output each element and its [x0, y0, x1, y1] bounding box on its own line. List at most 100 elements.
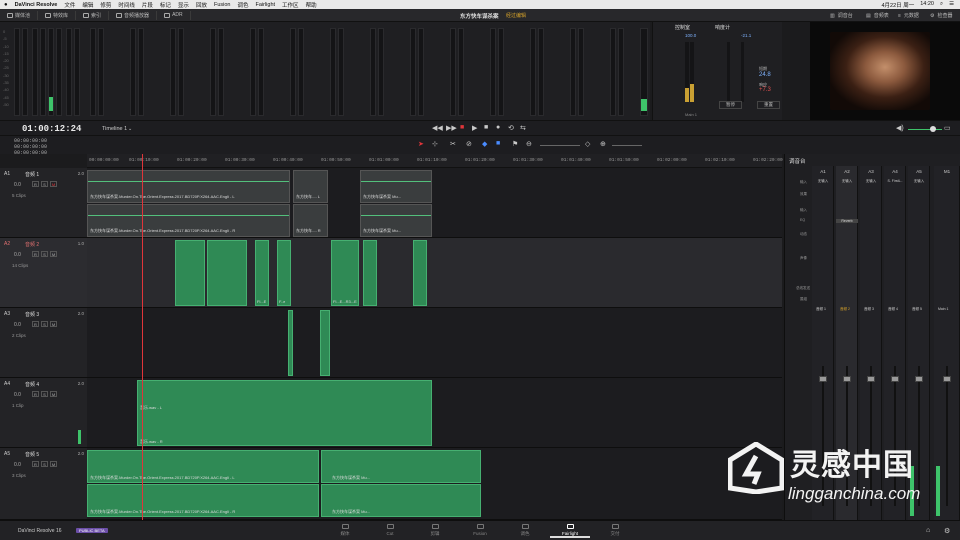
- marker-icon[interactable]: ■: [496, 140, 500, 147]
- monitor-icon[interactable]: ▭: [944, 124, 951, 132]
- audio-clip[interactable]: 东方快车谋杀案 Mu...: [360, 170, 432, 203]
- apple-icon[interactable]: ●: [4, 2, 8, 8]
- track-volume[interactable]: 0.0: [14, 392, 21, 398]
- menu-timeline[interactable]: 时间线: [118, 1, 135, 9]
- metadata-toggle[interactable]: ≡ 元数据: [898, 9, 919, 22]
- snap-tool-icon[interactable]: ◆: [482, 140, 487, 148]
- track-volume[interactable]: 0.0: [14, 322, 21, 328]
- fader[interactable]: [915, 376, 923, 382]
- solo-button[interactable]: S: [41, 391, 48, 397]
- media-pool-button[interactable]: 媒体池: [0, 10, 39, 20]
- timeline-ruler[interactable]: 00:00:00:00 01:00:10:00 01:00:20:00 01:0…: [87, 154, 783, 168]
- track-name[interactable]: 音频 3: [25, 311, 39, 318]
- track-header-a3[interactable]: A3 音频 3 2.0 0.0 RSM 2 Clips: [0, 308, 87, 378]
- audio-clip[interactable]: 东方快车谋杀案 Mu...: [321, 450, 481, 483]
- page-color[interactable]: 调色: [505, 524, 545, 537]
- zoom-slider[interactable]: [540, 145, 580, 146]
- chevron-down-icon[interactable]: ⌄: [128, 126, 132, 132]
- track-header-a2[interactable]: A2 音频 2 1.0 0.0 RSM 14 Clips: [0, 238, 87, 308]
- play-icon[interactable]: ▶: [472, 124, 477, 132]
- menu-trim[interactable]: 修剪: [100, 1, 111, 9]
- menu-mark[interactable]: 标记: [160, 1, 171, 9]
- track-lane-a5[interactable]: 东方快车谋杀案.Murder.On.The.Orient.Express.201…: [87, 448, 782, 520]
- stop-icon[interactable]: ■: [460, 124, 464, 131]
- razor-tool-icon[interactable]: ✂: [450, 140, 456, 148]
- audio-player-button[interactable]: 音频播放器: [109, 10, 158, 20]
- page-deliver[interactable]: 交付: [595, 524, 635, 537]
- page-fairlight[interactable]: Fairlight: [550, 524, 590, 538]
- page-cut[interactable]: Cut: [370, 524, 410, 536]
- audio-clip[interactable]: 东方快车谋杀案 Mu...: [321, 484, 481, 517]
- record-arm-button[interactable]: R: [32, 181, 39, 187]
- menu-file[interactable]: 文件: [64, 1, 75, 9]
- rewind-icon[interactable]: ◀◀: [432, 124, 443, 132]
- zoom-out-icon[interactable]: ⊖: [526, 140, 532, 148]
- mute-button[interactable]: M: [50, 251, 57, 257]
- track-height-slider[interactable]: [612, 145, 642, 146]
- menu-playback[interactable]: 回放: [196, 1, 207, 9]
- audio-clip[interactable]: 东方快车谋杀案 Mu...: [360, 204, 432, 237]
- effect-slot[interactable]: Reverb: [836, 219, 858, 223]
- audio-clip[interactable]: 东方快车...- L: [293, 170, 328, 203]
- jump-icon[interactable]: ⇆: [520, 124, 526, 132]
- audio-clip[interactable]: F..e: [277, 240, 291, 306]
- timecode-display[interactable]: 01:00:12:24: [22, 124, 81, 134]
- speaker-icon[interactable]: ◀): [896, 124, 904, 132]
- audio-clip[interactable]: Fl...E: [255, 240, 269, 306]
- fader[interactable]: [943, 376, 951, 382]
- solo-button[interactable]: S: [41, 181, 48, 187]
- mute-button[interactable]: M: [50, 461, 57, 467]
- mixer-input[interactable]: 无输入: [836, 179, 858, 184]
- track-volume[interactable]: 0.0: [14, 462, 21, 468]
- track-lane-a1[interactable]: 东方快车谋杀案.Murder.On.The.Orient.Express.201…: [87, 168, 782, 238]
- solo-button[interactable]: S: [41, 461, 48, 467]
- solo-button[interactable]: S: [41, 251, 48, 257]
- inspector-toggle[interactable]: ⚙ 检查器: [930, 9, 953, 22]
- track-volume[interactable]: 0.0: [14, 252, 21, 258]
- track-lane-a3[interactable]: [87, 308, 782, 378]
- effects-library-button[interactable]: 特效库: [38, 10, 77, 20]
- fader[interactable]: [819, 376, 827, 382]
- home-icon[interactable]: ⌂: [926, 527, 930, 534]
- track-name[interactable]: 音频 2: [25, 241, 39, 248]
- track-name[interactable]: 音频 1: [25, 171, 39, 178]
- timeline-selector[interactable]: Timeline 1: [102, 126, 127, 132]
- link-tool-icon[interactable]: ⊘: [466, 140, 472, 148]
- search-icon[interactable]: ⌕: [940, 1, 943, 9]
- record-arm-button[interactable]: R: [32, 461, 39, 467]
- menu-workspace[interactable]: 工作区: [282, 1, 299, 9]
- audio-clip[interactable]: [413, 240, 427, 306]
- track-name[interactable]: 音频 4: [25, 381, 39, 388]
- fit-icon[interactable]: ◇: [585, 140, 590, 148]
- reset-button[interactable]: 重置: [757, 101, 780, 109]
- volume-slider[interactable]: [908, 129, 942, 130]
- mute-button[interactable]: M: [50, 391, 57, 397]
- volume-knob[interactable]: [930, 126, 936, 132]
- track-lane-a2[interactable]: Fl...E F..e Fl...E...R3...E: [87, 238, 782, 308]
- menu-help[interactable]: 帮助: [306, 1, 317, 9]
- track-header-a4[interactable]: A4 音频 4 2.0 0.0 RSM 1 Clip: [0, 378, 87, 448]
- menu-icon[interactable]: ☰: [949, 1, 954, 9]
- audio-clip[interactable]: Fl...E...R3...E: [331, 240, 359, 306]
- audio-clip[interactable]: [320, 310, 330, 376]
- track-lane-a4[interactable]: 音乐.wav - L 音乐.wav - R: [87, 378, 782, 448]
- pause-button[interactable]: 暂停: [719, 101, 742, 109]
- app-menu[interactable]: DaVinci Resolve: [15, 2, 58, 8]
- mixer-input[interactable]: 无输入: [812, 179, 834, 184]
- mute-button[interactable]: M: [50, 181, 57, 187]
- settings-gear-icon[interactable]: ⚙: [944, 527, 950, 535]
- menu-fairlight[interactable]: Fairlight: [255, 2, 275, 8]
- pointer-tool-icon[interactable]: ➤: [418, 140, 424, 148]
- playhead[interactable]: [142, 154, 143, 520]
- audio-clip[interactable]: [363, 240, 377, 306]
- mixer-toggle[interactable]: ▥ 调音台: [830, 9, 853, 22]
- fast-forward-icon[interactable]: ▶▶: [446, 124, 457, 132]
- menu-view[interactable]: 显示: [178, 1, 189, 9]
- index-button[interactable]: 索引: [76, 10, 110, 20]
- mixer-input[interactable]: S. FirstL..: [884, 179, 906, 183]
- audio-clip[interactable]: 东方快车谋杀案.Murder.On.The.Orient.Express.201…: [87, 170, 290, 203]
- page-media[interactable]: 媒体: [325, 524, 365, 537]
- audio-clip[interactable]: [288, 310, 293, 376]
- fader[interactable]: [843, 376, 851, 382]
- page-edit[interactable]: 剪辑: [415, 524, 455, 537]
